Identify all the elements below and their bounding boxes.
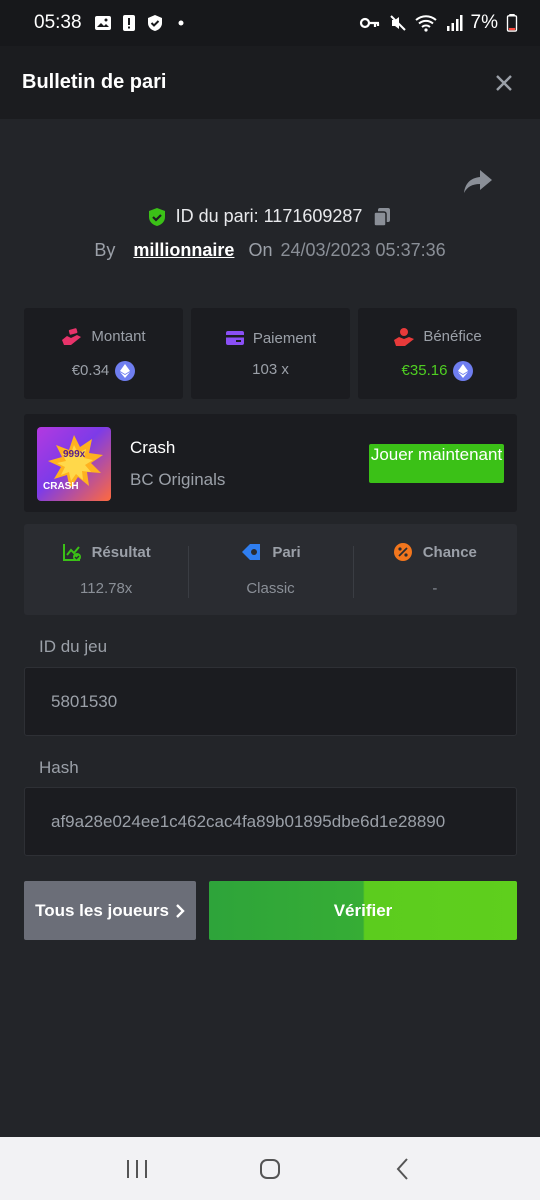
result-label: Résultat xyxy=(91,543,151,561)
result-col-result: Résultat 112.78x xyxy=(24,542,188,597)
modal-header: Bulletin de pari xyxy=(0,46,540,119)
stat-card-payout: Paiement 103 x xyxy=(191,308,350,399)
system-nav-bar xyxy=(0,1137,540,1200)
thumb-label: CRASH xyxy=(43,481,79,492)
alert-icon xyxy=(122,15,135,31)
chevron-right-icon xyxy=(176,903,185,918)
chart-check-icon xyxy=(62,544,81,561)
bet-byline: By millionnaire On 24/03/2023 05:37:36 xyxy=(0,240,540,261)
all-players-label: Tous les joueurs xyxy=(35,900,169,920)
close-button[interactable] xyxy=(490,69,518,97)
game-name[interactable]: Crash xyxy=(130,438,175,458)
game-thumbnail[interactable]: 999x CRASH xyxy=(37,427,111,501)
verified-shield-icon xyxy=(148,207,165,226)
by-label: By xyxy=(94,240,116,260)
key-icon xyxy=(359,17,379,29)
back-button[interactable] xyxy=(383,1149,423,1189)
all-players-button[interactable]: Tous les joueurs xyxy=(24,881,196,940)
status-bar: 05:38 7% xyxy=(0,0,540,46)
game-card: 999x CRASH Crash BC Originals Jouer main… xyxy=(24,414,517,512)
recent-apps-button[interactable] xyxy=(117,1149,157,1189)
bet-id: ID du pari: 1171609287 xyxy=(175,206,363,226)
game-id-label: ID du jeu xyxy=(39,637,108,656)
stat-card-profit: Bénéfice €35.16 xyxy=(358,308,517,399)
share-icon[interactable] xyxy=(462,168,494,196)
shield-icon xyxy=(147,15,162,31)
bet-stats: Montant €0.34 Paiement 103 x Bénéfice €3… xyxy=(24,308,517,399)
card-icon xyxy=(225,331,244,345)
result-value: - xyxy=(432,580,438,597)
stat-value: €0.34 xyxy=(71,362,110,379)
profit-hand-icon xyxy=(394,327,415,346)
copy-icon[interactable] xyxy=(372,207,392,227)
result-col-bet: Pari Classic xyxy=(188,542,352,598)
percent-icon xyxy=(393,543,412,561)
eth-icon xyxy=(115,360,136,381)
close-icon xyxy=(496,74,512,91)
signal-icon xyxy=(446,15,463,31)
hash-field[interactable]: af9a28e024ee1c462cac4fa89b01895dbe6d1e28… xyxy=(24,787,517,856)
battery-percentage: 7% xyxy=(470,12,498,33)
battery-icon xyxy=(506,14,518,32)
result-value: Classic xyxy=(246,580,295,597)
stat-label: Bénéfice xyxy=(423,328,482,345)
bet-id-row: ID du pari: 1171609287 xyxy=(0,206,540,227)
mute-icon xyxy=(389,15,406,31)
dot-icon xyxy=(178,20,184,26)
recent-apps-icon xyxy=(126,1159,147,1178)
stat-value: 103 x xyxy=(252,361,289,378)
gallery-icon xyxy=(94,16,111,30)
stat-value: €35.16 xyxy=(401,362,448,379)
hash-label: Hash xyxy=(39,758,79,777)
result-label: Chance xyxy=(422,543,477,561)
stat-label: Paiement xyxy=(252,329,317,347)
back-icon xyxy=(396,1157,409,1180)
money-hand-icon xyxy=(62,327,82,345)
play-now-button[interactable]: Jouer maintenant xyxy=(369,444,504,483)
status-time: 05:38 xyxy=(34,12,82,33)
home-icon xyxy=(259,1158,280,1179)
game-provider: BC Originals xyxy=(130,470,226,489)
verify-button[interactable]: Vérifier xyxy=(209,881,517,940)
bet-tag-icon xyxy=(242,544,261,560)
bet-date: 24/03/2023 05:37:36 xyxy=(280,240,446,260)
wifi-icon xyxy=(414,15,437,32)
on-label: On xyxy=(248,240,273,260)
result-col-chance: Chance - xyxy=(352,542,517,598)
thumb-badge: 999x xyxy=(63,449,86,460)
eth-icon xyxy=(453,360,474,381)
result-panel: Résultat 112.78x Pari Classic Chance - xyxy=(24,524,517,615)
result-label: Pari xyxy=(272,543,301,561)
stat-card-amount: Montant €0.34 xyxy=(24,308,183,399)
username-link[interactable]: millionnaire xyxy=(133,240,234,261)
result-value: 112.78x xyxy=(80,580,133,597)
modal-title: Bulletin de pari xyxy=(22,71,167,93)
game-id-field[interactable]: 5801530 xyxy=(24,667,517,736)
stat-label: Montant xyxy=(91,328,146,345)
home-button[interactable] xyxy=(250,1149,290,1189)
